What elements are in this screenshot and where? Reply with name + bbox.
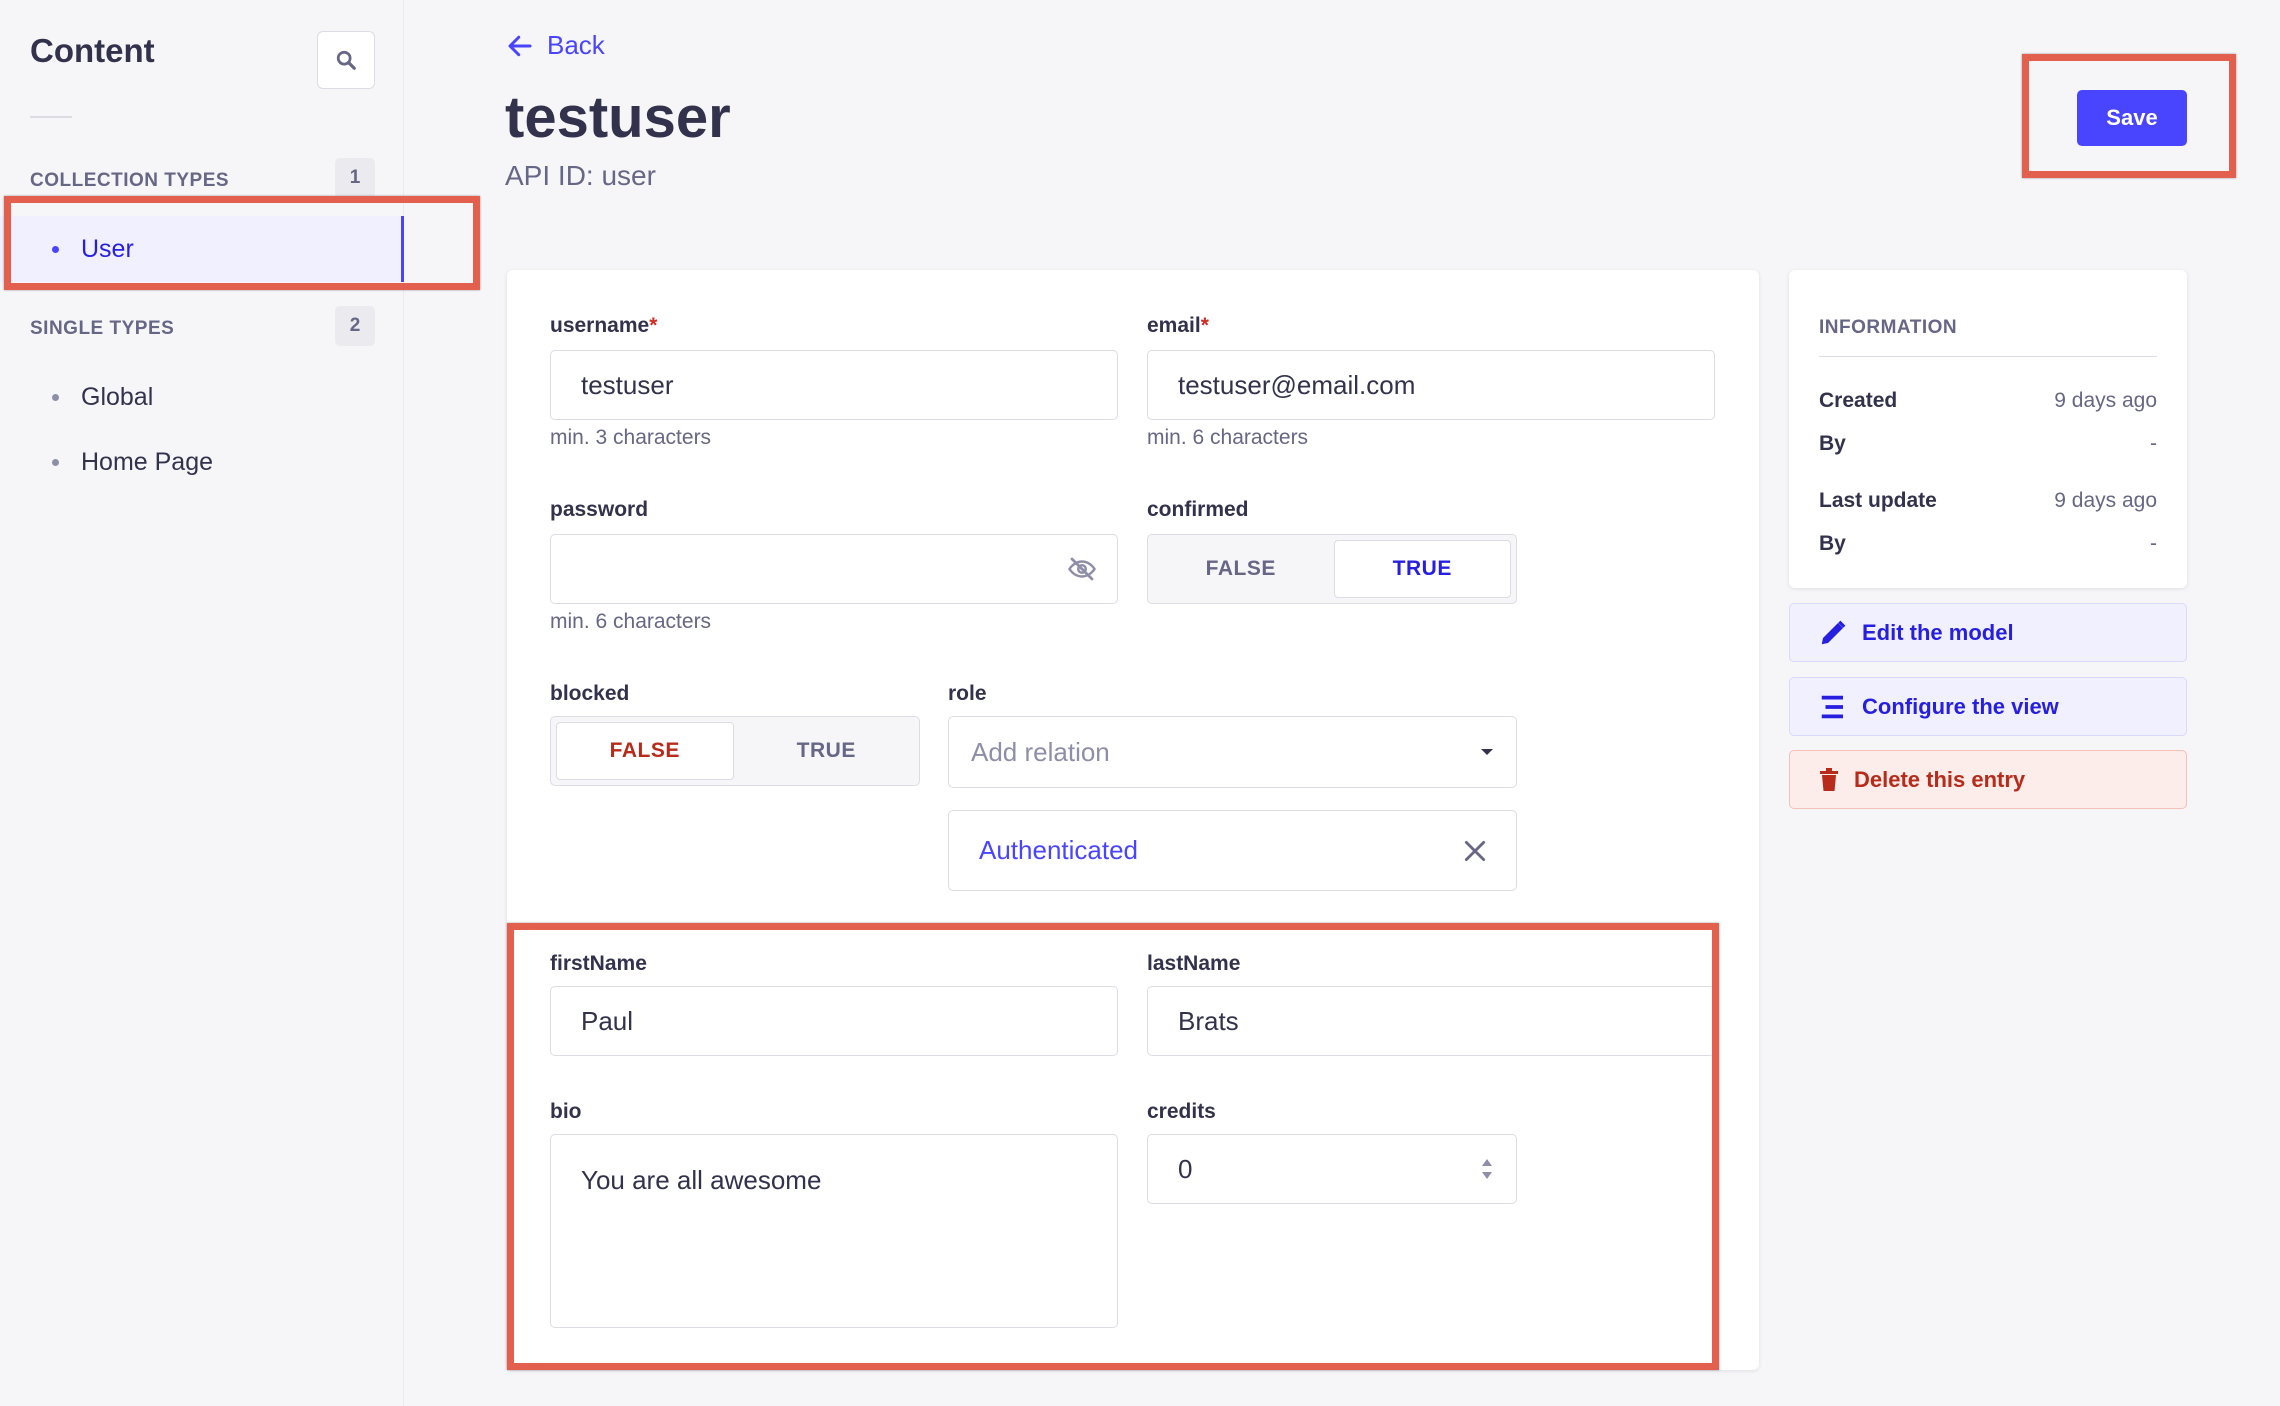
info-created-by-row: By -: [1819, 432, 2157, 455]
sidebar-item-label: User: [81, 234, 134, 263]
stepper-icon[interactable]: [1480, 1156, 1494, 1182]
info-created-row: Created 9 days ago: [1819, 389, 2157, 412]
required-marker: *: [649, 314, 658, 337]
eye-off-icon[interactable]: [1067, 554, 1097, 584]
lastname-value: Brats: [1178, 1005, 1239, 1036]
save-button[interactable]: Save: [2077, 90, 2187, 146]
sidebar-title: Content: [30, 32, 155, 69]
confirmed-toggle[interactable]: FALSE TRUE: [1147, 534, 1517, 604]
confirmed-label: confirmed: [1147, 498, 1249, 521]
firstname-input[interactable]: Paul: [550, 986, 1118, 1056]
sidebar-item-label: Global: [81, 382, 154, 411]
email-label: email*: [1147, 314, 1209, 337]
bio-textarea[interactable]: You are all awesome: [550, 1134, 1118, 1328]
confirmed-true-option[interactable]: TRUE: [1333, 540, 1511, 598]
credits-number-input[interactable]: 0: [1147, 1134, 1517, 1204]
api-id-subtitle: API ID: user: [505, 160, 656, 191]
collection-types-count: 1: [335, 158, 375, 198]
info-updated-by-row: By -: [1819, 532, 2157, 555]
role-relation-item[interactable]: Authenticated: [948, 810, 1517, 891]
back-link[interactable]: Back: [505, 30, 605, 61]
delete-entry-button[interactable]: Delete this entry: [1789, 750, 2187, 809]
bullet-icon: [52, 245, 59, 253]
blocked-label: blocked: [550, 682, 630, 705]
blocked-true-option[interactable]: TRUE: [739, 722, 915, 780]
username-label: username*: [550, 314, 658, 337]
bio-value: You are all awesome: [581, 1165, 822, 1195]
sidebar-divider: [30, 116, 72, 118]
blocked-false-option[interactable]: FALSE: [556, 722, 734, 780]
sidebar-search-button[interactable]: [317, 31, 375, 89]
password-hint: min. 6 characters: [550, 610, 712, 633]
single-types-label: SINGLE TYPES: [30, 318, 175, 339]
information-panel: INFORMATION Created 9 days ago By - Last u…: [1789, 270, 2187, 588]
info-updated-row: Last update 9 days ago: [1819, 489, 2157, 512]
firstname-value: Paul: [581, 1005, 634, 1036]
trash-icon: [1820, 767, 1838, 791]
credits-label: credits: [1147, 1100, 1216, 1123]
caret-down-icon: [1481, 749, 1493, 755]
confirmed-false-option[interactable]: FALSE: [1153, 540, 1329, 598]
information-heading: INFORMATION: [1819, 317, 1958, 338]
search-icon: [336, 50, 356, 70]
information-divider: [1819, 356, 2157, 357]
role-relation-link[interactable]: Authenticated: [979, 835, 1138, 866]
sidebar-item-global[interactable]: Global: [0, 364, 404, 430]
role-label: role: [948, 682, 987, 705]
bio-label: bio: [550, 1100, 582, 1123]
back-label: Back: [547, 30, 605, 60]
email-hint: min. 6 characters: [1147, 426, 1309, 449]
username-hint: min. 3 characters: [550, 426, 712, 449]
credits-value: 0: [1178, 1153, 1193, 1184]
username-input[interactable]: testuser: [550, 350, 1118, 420]
layout-list-icon: [1821, 695, 1843, 718]
sidebar-item-home-page[interactable]: Home Page: [0, 429, 404, 495]
email-value: testuser@email.com: [1178, 369, 1416, 400]
configure-view-button[interactable]: Configure the view: [1789, 677, 2187, 736]
required-marker: *: [1200, 314, 1209, 337]
username-value: testuser: [581, 369, 674, 400]
password-label: password: [550, 498, 649, 521]
pencil-icon: [1821, 620, 1846, 644]
email-input[interactable]: testuser@email.com: [1147, 350, 1715, 420]
single-types-count: 2: [335, 306, 375, 346]
blocked-toggle[interactable]: FALSE TRUE: [550, 716, 920, 786]
sidebar-item-label: Home Page: [81, 447, 214, 476]
page-title: testuser: [505, 85, 731, 150]
close-icon[interactable]: [1462, 838, 1488, 864]
lastname-label: lastName: [1147, 952, 1241, 975]
edit-form-card: username* testuser min. 3 characters ema…: [507, 270, 1759, 1370]
password-input[interactable]: [550, 534, 1118, 604]
role-placeholder: Add relation: [971, 736, 1110, 767]
bullet-icon: [52, 393, 59, 401]
lastname-input[interactable]: Brats: [1147, 986, 1715, 1056]
collection-types-label: COLLECTION TYPES: [30, 170, 230, 191]
bullet-icon: [52, 458, 59, 466]
arrow-left-icon: [508, 35, 532, 56]
firstname-label: firstName: [550, 952, 647, 975]
content-sidebar: Content COLLECTION TYPES 1 User SINGLE T…: [0, 0, 404, 1406]
edit-model-button[interactable]: Edit the model: [1789, 603, 2187, 662]
sidebar-item-user[interactable]: User: [0, 216, 404, 282]
role-relation-select[interactable]: Add relation: [948, 716, 1517, 788]
